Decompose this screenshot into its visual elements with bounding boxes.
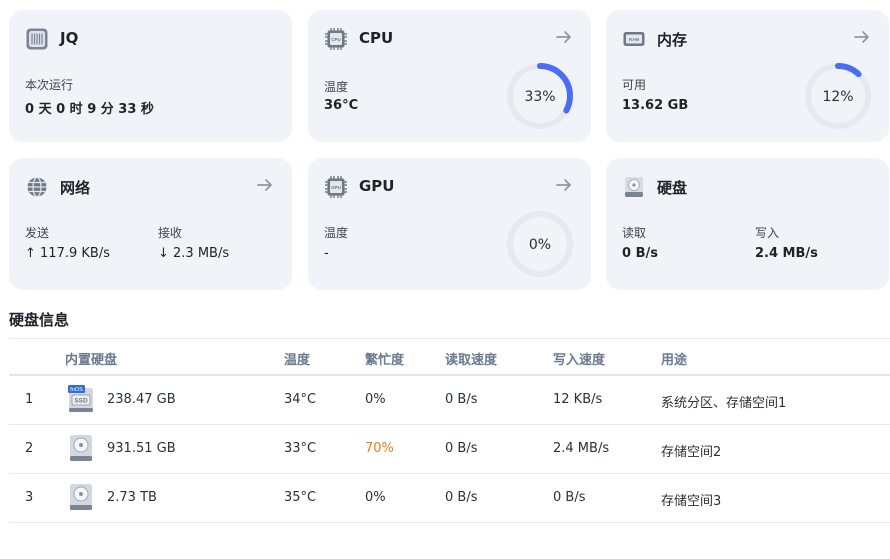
disk-busy: 0% [365, 392, 386, 407]
disk-usage: 系统分区、存储空间1 [661, 396, 787, 411]
gpu-usage-text: 0% [529, 237, 551, 253]
col-write-speed: 写入速度 [553, 353, 606, 368]
disk-title: 硬盘 [657, 179, 688, 197]
row-index: 1 [25, 392, 34, 407]
disk-write: 0 B/s [553, 490, 586, 505]
network-title: 网络 [60, 179, 91, 197]
disk-write: 12 KB/s [553, 392, 603, 407]
disk-read: 0 B/s [445, 392, 478, 407]
svg-text:RAM: RAM [629, 37, 639, 42]
system-title: JQ [60, 29, 79, 47]
gpu-usage-ring: 0% [507, 211, 573, 277]
svg-text:CPU: CPU [331, 37, 341, 42]
disk-usage: 存储空间2 [661, 445, 722, 460]
disk-read-value: 0 B/s [622, 246, 658, 261]
disk-busy: 0% [365, 490, 386, 505]
ssd-label-text: SSD [74, 398, 88, 405]
disk-read-label: 读取 [622, 226, 647, 240]
memory-title: 内存 [657, 31, 688, 49]
disk-read: 0 B/s [445, 441, 478, 456]
memory-available-value: 13.62 GB [622, 98, 689, 113]
cpu-arrow-right-icon[interactable] [555, 28, 573, 46]
col-busy: 繁忙度 [365, 353, 405, 368]
disk-write-label: 写入 [755, 226, 780, 240]
disk-write: 2.4 MB/s [553, 441, 610, 456]
table-header: 内置硬盘 温度 繁忙度 读取速度 写入速度 用途 [9, 338, 890, 376]
disk-info-table: 内置硬盘 温度 繁忙度 读取速度 写入速度 用途 1 fnOS SSD 238.… [9, 338, 890, 523]
hdd-icon [70, 435, 92, 461]
network-arrow-right-icon[interactable] [256, 176, 274, 194]
network-card[interactable]: 网络 发送 ↑ 117.9 KB/s 接收 ↓ 2.3 MB/s [9, 158, 292, 290]
table-row: 1 fnOS SSD 238.47 GB 34°C 0% 0 B/s 12 KB… [9, 376, 890, 425]
gpu-chip-icon: GPU [325, 176, 347, 198]
cpu-temp-label: 温度 [324, 80, 349, 94]
cpu-temp-value: 36°C [324, 98, 359, 113]
row-index: 3 [25, 490, 34, 505]
cpu-title: CPU [359, 29, 394, 47]
ssd-badge-text: fnOS [70, 387, 83, 393]
gpu-temp-value: - [324, 246, 329, 261]
col-temperature: 温度 [284, 353, 311, 368]
disk-info-title: 硬盘信息 [9, 311, 70, 329]
network-recv-value: ↓ 2.3 MB/s [158, 246, 230, 261]
disk-read: 0 B/s [445, 490, 478, 505]
cpu-card[interactable]: CPU CPU 温度 36°C 33% [308, 10, 591, 142]
cpu-usage-ring: 33% [507, 63, 573, 129]
network-send-value: ↑ 117.9 KB/s [25, 246, 110, 261]
memory-arrow-right-icon[interactable] [853, 28, 871, 46]
svg-text:GPU: GPU [331, 185, 341, 190]
gpu-card[interactable]: GPU GPU 温度 - 0% [308, 158, 591, 290]
system-card: JQ 本次运行 0 天 0 时 9 分 33 秒 [9, 10, 292, 142]
uptime-value: 0 天 0 时 9 分 33 秒 [25, 102, 154, 117]
table-row: 3 2.73 TB 35°C 0% 0 B/s 0 B/s 存储空间3 [9, 474, 890, 523]
gpu-title: GPU [359, 177, 395, 195]
system-icon [26, 28, 48, 50]
disk-card: 硬盘 读取 0 B/s 写入 2.4 MB/s [606, 158, 889, 290]
col-internal-disk: 内置硬盘 [65, 353, 118, 368]
uptime-label: 本次运行 [25, 78, 74, 92]
disk-busy-warning: 70% [365, 441, 394, 456]
hard-disk-icon [625, 177, 643, 197]
ram-icon: RAM [623, 32, 645, 46]
network-send-label: 发送 [25, 226, 50, 240]
memory-card[interactable]: RAM 内存 可用 13.62 GB 12% [606, 10, 889, 142]
gpu-temp-label: 温度 [324, 226, 349, 240]
disk-capacity: 2.73 TB [107, 490, 157, 505]
network-recv-label: 接收 [158, 226, 183, 240]
disk-capacity: 238.47 GB [107, 392, 176, 407]
cpu-usage-text: 33% [524, 89, 555, 105]
ssd-icon: fnOS SSD [68, 385, 93, 412]
disk-usage: 存储空间3 [661, 494, 722, 509]
disk-write-value: 2.4 MB/s [755, 246, 818, 261]
memory-available-label: 可用 [622, 78, 647, 92]
gpu-arrow-right-icon[interactable] [555, 176, 573, 194]
col-read-speed: 读取速度 [445, 353, 498, 368]
memory-usage-ring: 12% [805, 63, 871, 129]
hdd-icon [70, 484, 92, 510]
disk-temp: 33°C [284, 441, 317, 456]
table-row: 2 931.51 GB 33°C 70% 0 B/s 2.4 MB/s 存储空间… [9, 425, 890, 474]
globe-icon [27, 176, 47, 198]
col-usage: 用途 [661, 353, 688, 368]
disk-capacity: 931.51 GB [107, 441, 176, 456]
row-index: 2 [25, 441, 34, 456]
disk-temp: 34°C [284, 392, 317, 407]
cpu-chip-icon: CPU [325, 28, 347, 50]
disk-temp: 35°C [284, 490, 317, 505]
memory-usage-text: 12% [822, 89, 853, 105]
